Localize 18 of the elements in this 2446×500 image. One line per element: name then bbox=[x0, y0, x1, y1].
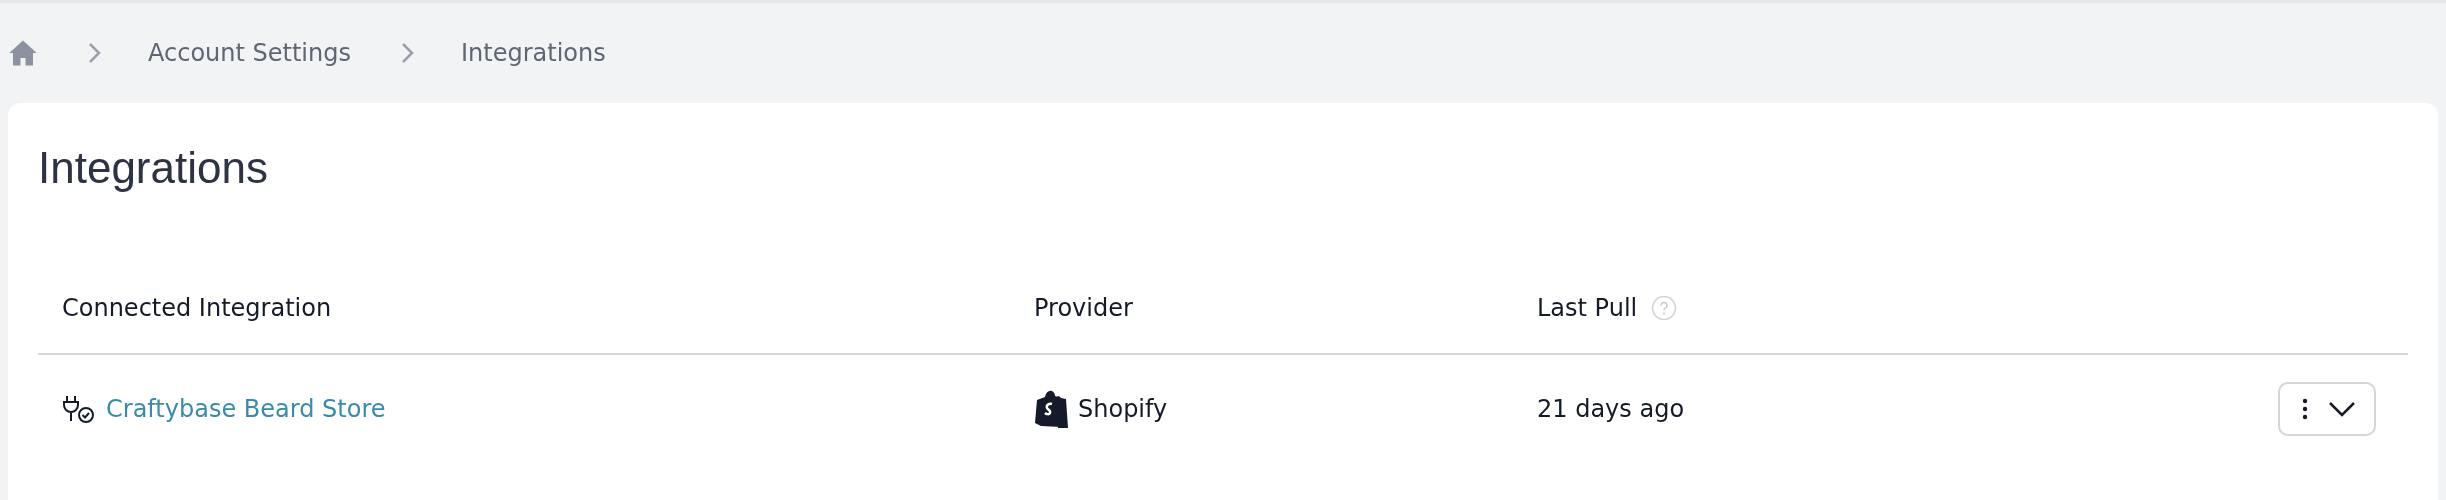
column-header: Provider bbox=[1034, 294, 1133, 322]
shopping-bag-icon bbox=[1034, 390, 1068, 428]
column-header: Last Pull bbox=[1537, 294, 1638, 322]
breadcrumb-item[interactable]: Account Settings bbox=[148, 39, 351, 67]
home-icon[interactable] bbox=[8, 38, 38, 68]
help-icon[interactable] bbox=[1651, 295, 1678, 321]
breadcrumb-item: Integrations bbox=[460, 39, 606, 67]
actions-dropdown-button[interactable] bbox=[2278, 382, 2376, 436]
caret-icon bbox=[2328, 401, 2356, 417]
provider-name: Shopify bbox=[1078, 395, 1168, 423]
chevron-icon bbox=[400, 42, 415, 64]
last-pull-time: 21 days ago bbox=[1537, 395, 1685, 423]
plug-check-icon bbox=[62, 394, 96, 424]
page-title: Integrations bbox=[38, 143, 269, 193]
chevron-icon bbox=[88, 42, 102, 64]
column-header: Connected Integration bbox=[62, 294, 332, 322]
more-icon bbox=[2302, 397, 2308, 421]
integration-link[interactable]: Craftybase Beard Store bbox=[106, 395, 386, 423]
